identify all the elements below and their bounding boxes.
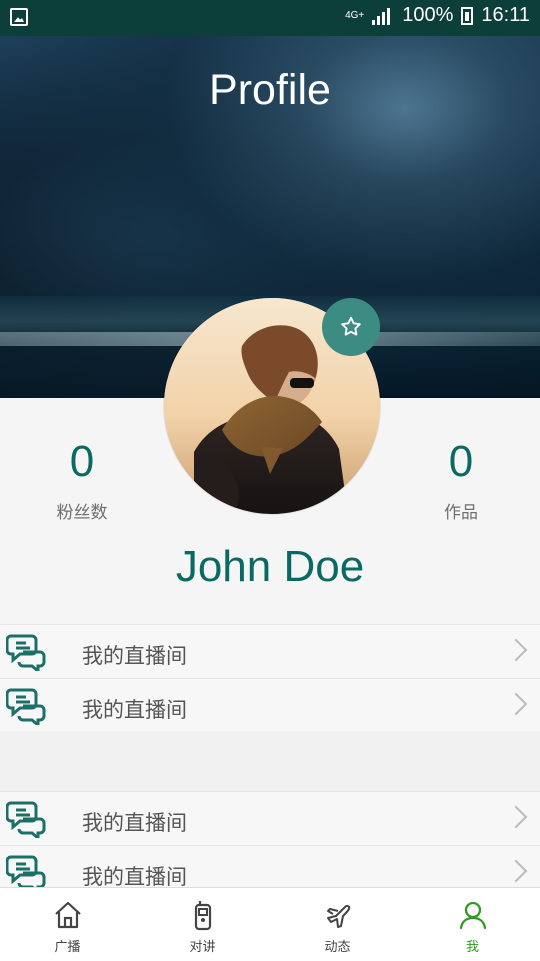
followers-count: 0	[69, 437, 95, 486]
chat-icon	[6, 634, 46, 671]
chat-icon	[6, 801, 46, 838]
menu-section-1: 我的直播间 我的直播间	[0, 624, 540, 733]
menu-section-2: 我的直播间 我的直播间	[0, 791, 540, 900]
page-title: Profile	[209, 66, 331, 114]
user-icon	[459, 901, 486, 930]
list-item[interactable]: 我的直播间	[0, 792, 540, 846]
followers-stat: 0 粉丝数	[22, 437, 142, 524]
status-bar: 4G+ 100% 16:11	[0, 0, 540, 36]
gallery-icon	[10, 8, 28, 26]
tab-label: 广播	[54, 940, 81, 955]
walkie-talkie-icon	[194, 901, 211, 931]
tab-feed[interactable]: 动态	[270, 888, 405, 961]
profile-name: John Doe	[175, 542, 365, 591]
works-stat: 0 作品	[401, 437, 521, 524]
network-label: 4G+	[345, 9, 365, 21]
list-item-label: 我的直播间	[82, 698, 187, 722]
list-item-label: 我的直播间	[82, 811, 187, 835]
status-time: 16:11	[481, 4, 530, 26]
tab-label: 动态	[324, 940, 351, 955]
favorite-button[interactable]	[322, 298, 380, 356]
works-count: 0	[448, 437, 474, 486]
list-item[interactable]: 我的直播间	[0, 625, 540, 679]
signal-icon	[372, 7, 394, 25]
tab-label: 对讲	[189, 940, 216, 955]
home-icon	[54, 901, 81, 929]
tab-broadcast[interactable]: 广播	[0, 888, 135, 961]
chevron-right-icon	[504, 805, 528, 829]
chevron-right-icon	[504, 859, 528, 883]
tab-intercom[interactable]: 对讲	[135, 888, 270, 961]
airplane-icon	[326, 904, 350, 928]
bottom-navigation: 广播 对讲 动态 我	[0, 887, 540, 961]
chat-icon	[6, 688, 46, 725]
tab-me[interactable]: 我	[405, 888, 540, 961]
works-label: 作品	[444, 503, 478, 523]
chevron-right-icon	[504, 638, 528, 662]
star-icon	[341, 316, 361, 336]
section-gap	[0, 731, 540, 791]
tab-label: 我	[465, 940, 479, 955]
chevron-right-icon	[504, 692, 528, 716]
list-item[interactable]: 我的直播间	[0, 679, 540, 733]
battery-icon	[461, 6, 474, 25]
status-right: 4G+ 100% 16:11	[345, 4, 530, 27]
list-item-label: 我的直播间	[82, 644, 187, 668]
battery-percent: 100%	[402, 4, 454, 26]
followers-label: 粉丝数	[56, 503, 108, 523]
